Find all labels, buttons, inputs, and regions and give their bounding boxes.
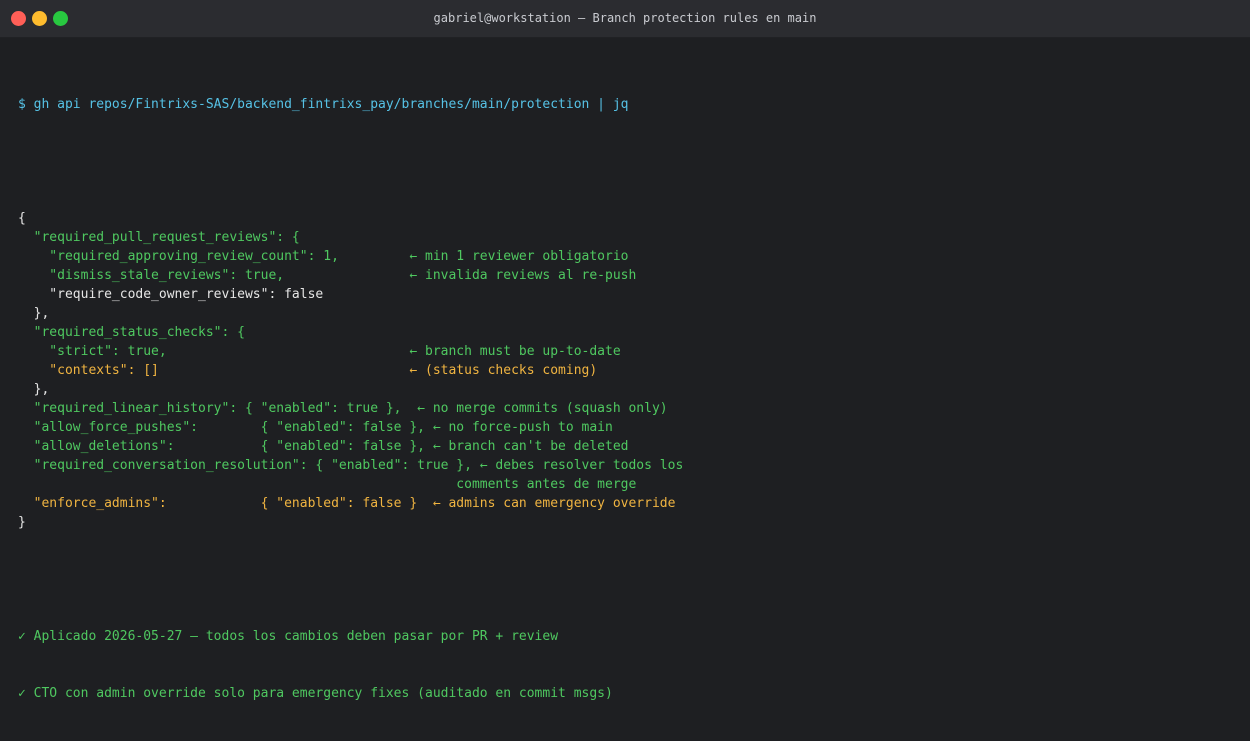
window-title: gabriel@workstation — Branch protection … — [433, 11, 817, 25]
json-line: }, — [18, 382, 50, 397]
command-line: $ gh api repos/Fintrixs-SAS/backend_fint… — [18, 97, 629, 112]
note-applied: ✓ Aplicado 2026-05-27 — todos los cambio… — [18, 629, 559, 644]
json-line: comments antes de merge — [18, 477, 637, 492]
json-line: "enforce_admins": { "enabled": false } ←… — [18, 496, 676, 511]
json-line: "require_code_owner_reviews": false — [18, 287, 324, 302]
json-line: "dismiss_stale_reviews": true, ← invalid… — [18, 268, 637, 283]
json-line: "contexts": [] ← (status checks coming) — [18, 363, 598, 378]
note-cto-override: ✓ CTO con admin override solo para emerg… — [18, 686, 613, 701]
json-output: { "required_pull_request_reviews": { "re… — [18, 209, 1232, 532]
json-line: } — [18, 515, 26, 530]
json-line: "allow_deletions": { "enabled": false },… — [18, 439, 629, 454]
json-line: { — [18, 211, 26, 226]
json-line: "strict": true, ← branch must be up-to-d… — [18, 344, 621, 359]
json-line: "required_linear_history": { "enabled": … — [18, 401, 668, 416]
json-line: "required_pull_request_reviews": { — [18, 230, 300, 245]
terminal-output[interactable]: $ gh api repos/Fintrixs-SAS/backend_fint… — [0, 38, 1250, 741]
json-line: "allow_force_pushes": { "enabled": false… — [18, 420, 613, 435]
terminal-window: gabriel@workstation — Branch protection … — [0, 0, 1250, 701]
json-line: "required_status_checks": { — [18, 325, 245, 340]
title-bar[interactable]: gabriel@workstation — Branch protection … — [0, 0, 1250, 38]
json-line: }, — [18, 306, 50, 321]
json-line: "required_approving_review_count": 1, ← … — [18, 249, 629, 264]
json-line: "required_conversation_resolution": { "e… — [18, 458, 684, 473]
